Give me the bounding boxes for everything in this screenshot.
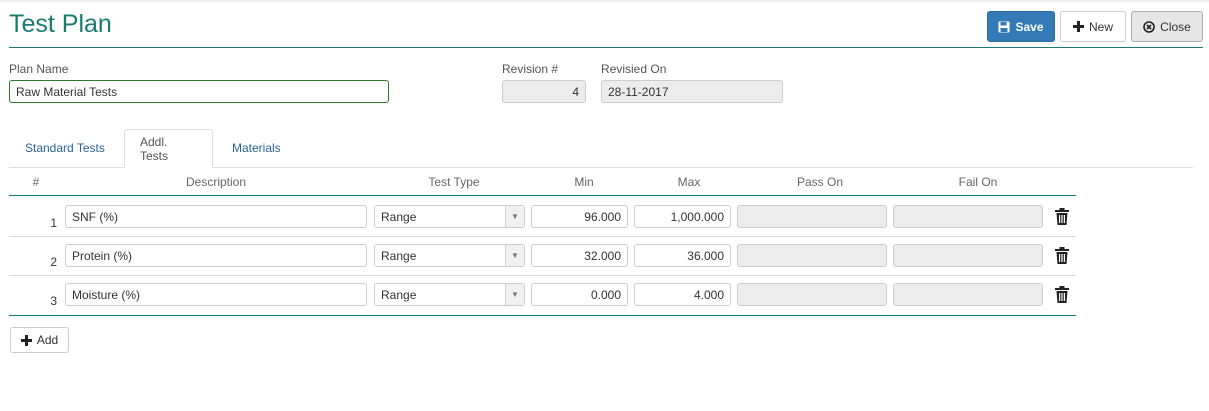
pass-on-field <box>737 244 887 267</box>
description-input[interactable]: Moisture (%) <box>65 283 367 306</box>
tab-addl-tests[interactable]: Addl. Tests <box>124 129 213 168</box>
floppy-disk-icon <box>998 21 1010 32</box>
tab-materials[interactable]: Materials <box>217 129 296 167</box>
top-border <box>0 0 1209 2</box>
revised-on-label: Revisied On <box>601 62 667 76</box>
row-number: 1 <box>50 216 57 230</box>
table-row: 1 SNF (%) Range ▼ 96.000 1,000.000 <box>9 205 1076 244</box>
chevron-down-icon: ▼ <box>505 245 524 266</box>
fail-on-field <box>893 205 1043 228</box>
table-row: 3 Moisture (%) Range ▼ 0.000 4.000 <box>9 283 1076 322</box>
min-input[interactable]: 0.000 <box>531 283 628 306</box>
plus-icon <box>1072 21 1084 32</box>
chevron-down-icon: ▼ <box>505 206 524 227</box>
revision-field <box>502 80 586 103</box>
title-divider <box>9 47 1203 48</box>
column-header-number: # <box>32 175 40 189</box>
save-button-label: Save <box>1015 19 1044 34</box>
trash-icon[interactable] <box>1055 286 1069 303</box>
row-number: 3 <box>50 294 57 308</box>
column-header-min: Min <box>574 175 594 189</box>
column-header-description: Description <box>185 175 247 189</box>
table-row: 2 Protein (%) Range ▼ 32.000 36.000 <box>9 244 1076 283</box>
max-input[interactable]: 36.000 <box>634 244 731 267</box>
test-type-value: Range <box>381 248 417 263</box>
trash-icon[interactable] <box>1055 247 1069 264</box>
max-input[interactable]: 1,000.000 <box>634 205 731 228</box>
add-row-button[interactable]: Add <box>10 327 69 353</box>
fail-on-field <box>893 244 1043 267</box>
page-title: Test Plan <box>9 10 112 38</box>
new-button[interactable]: New <box>1060 11 1126 42</box>
close-button-label: Close <box>1160 19 1191 34</box>
description-input[interactable]: SNF (%) <box>65 205 367 228</box>
fail-on-field <box>893 283 1043 306</box>
row-number: 2 <box>50 255 57 269</box>
min-input[interactable]: 32.000 <box>531 244 628 267</box>
revision-label: Revision # <box>502 62 559 76</box>
pass-on-field <box>737 283 887 306</box>
test-type-value: Range <box>381 287 417 302</box>
column-header-max: Max <box>677 175 701 189</box>
row-divider <box>9 236 1076 237</box>
column-header-fail-on: Fail On <box>958 175 998 189</box>
plan-name-label: Plan Name <box>9 62 69 76</box>
new-button-label: New <box>1088 19 1113 34</box>
table-header-divider <box>9 195 1076 196</box>
table-bottom-divider <box>9 315 1076 316</box>
plus-icon <box>20 334 32 346</box>
trash-icon[interactable] <box>1055 208 1069 225</box>
description-input[interactable]: Protein (%) <box>65 244 367 267</box>
row-divider <box>9 275 1076 276</box>
min-input[interactable]: 96.000 <box>531 205 628 228</box>
close-circle-icon <box>1143 20 1155 33</box>
close-button[interactable]: Close <box>1131 11 1203 42</box>
column-header-pass-on: Pass On <box>796 175 844 189</box>
plan-name-input[interactable] <box>9 80 389 103</box>
column-header-test-type: Test Type <box>428 175 480 189</box>
test-type-select[interactable]: Range ▼ <box>374 283 525 306</box>
test-type-select[interactable]: Range ▼ <box>374 244 525 267</box>
pass-on-field <box>737 205 887 228</box>
test-type-select[interactable]: Range ▼ <box>374 205 525 228</box>
save-button[interactable]: Save <box>987 11 1055 42</box>
add-button-label: Add <box>36 333 59 347</box>
tab-bar: Standard Tests Addl. Tests Materials <box>9 129 1193 168</box>
tab-standard-tests[interactable]: Standard Tests <box>10 129 120 167</box>
max-input[interactable]: 4.000 <box>634 283 731 306</box>
revised-on-field <box>601 80 783 103</box>
test-type-value: Range <box>381 209 417 224</box>
chevron-down-icon: ▼ <box>505 284 524 305</box>
